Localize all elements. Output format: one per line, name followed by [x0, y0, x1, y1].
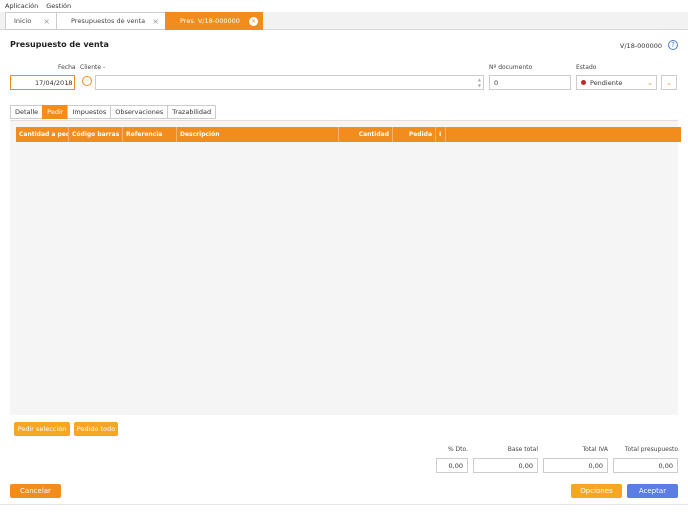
pedir-seleccion-button[interactable]: Pedir selección [14, 422, 70, 436]
client-search-icon[interactable]: ⋯ [82, 76, 92, 86]
cancel-button[interactable]: Cancelar [10, 484, 61, 498]
accept-button[interactable]: Aceptar [627, 484, 678, 498]
col-pedida[interactable]: Pedida [393, 127, 436, 142]
ndoc-label: Nº documento [489, 64, 533, 71]
chevron-down-icon[interactable]: ⌄ [647, 79, 653, 87]
close-icon[interactable]: × [43, 17, 50, 26]
ndoc-value: 0 [494, 78, 499, 87]
menu-aplicacion[interactable]: Aplicación [5, 2, 38, 10]
base-field: 0,00 [473, 458, 538, 473]
close-icon[interactable]: × [249, 17, 258, 26]
dto-value: 0,00 [448, 461, 463, 470]
col-i[interactable]: I [436, 127, 446, 142]
tab-detalle[interactable]: Detalle [10, 105, 44, 119]
base-value: 0,00 [518, 461, 533, 470]
expand-button[interactable]: ⌄ [661, 75, 677, 90]
close-icon[interactable]: × [152, 17, 159, 26]
document-number: V/18-000000 [619, 42, 662, 50]
grid-header: Cantidad a pedir Código barras Referenci… [16, 127, 681, 142]
col-cantidad[interactable]: Cantidad [339, 127, 393, 142]
tab-impuestos[interactable]: Impuestos [67, 105, 112, 119]
iva-value: 0,00 [588, 461, 603, 470]
menu-bar: Aplicación Gestión [0, 0, 688, 11]
col-filler [446, 127, 681, 142]
fecha-field[interactable]: 17/04/2018 ⌄ [10, 75, 75, 90]
tab-bar: Inicio × Presupuestos de venta × Pres. V… [0, 12, 688, 30]
dto-field[interactable]: 0,00 [436, 458, 468, 473]
ndoc-input[interactable]: 0 [489, 75, 571, 90]
tab-presupuestos[interactable]: Presupuestos de venta × [56, 12, 166, 30]
lines-grid: Cantidad a pedir Código barras Referenci… [10, 120, 681, 415]
menu-gestion[interactable]: Gestión [46, 2, 71, 10]
cliente-input[interactable]: ▲ ▼ [95, 75, 484, 90]
iva-field: 0,00 [543, 458, 608, 473]
estado-label: Estado [576, 64, 597, 71]
dto-label: % Dto. [447, 446, 468, 453]
col-referencia[interactable]: Referencia [123, 127, 177, 142]
fecha-label: Fecha [58, 64, 76, 71]
tab-presupuesto-actual[interactable]: Pres. V/18-000000 × [165, 12, 263, 30]
col-codigo-barras[interactable]: Código barras [69, 127, 123, 142]
status-dot-icon [581, 80, 586, 85]
iva-label: Total IVA [582, 446, 608, 453]
estado-select[interactable]: Pendiente ⌄ [576, 75, 657, 90]
cliente-label: Cliente - [80, 64, 106, 71]
help-icon[interactable]: ? [668, 40, 678, 50]
detail-tabs: Detalle Pedir Impuestos Observaciones Tr… [10, 105, 217, 119]
options-button[interactable]: Opciones [571, 484, 622, 498]
page-title: Presupuesto de venta [10, 40, 109, 49]
tab-pedir[interactable]: Pedir [42, 105, 69, 119]
tab-observaciones[interactable]: Observaciones [110, 105, 169, 119]
col-descripcion[interactable]: Descripción [177, 127, 339, 142]
spin-down-icon[interactable]: ▼ [478, 84, 481, 88]
col-cantidad-pedir[interactable]: Cantidad a pedir [16, 127, 69, 142]
tab-trazabilidad[interactable]: Trazabilidad [167, 105, 217, 119]
total-field: 0,00 [613, 458, 678, 473]
spin-up-icon[interactable]: ▲ [478, 78, 481, 82]
tab-presupuestos-label: Presupuestos de venta [71, 17, 146, 25]
tab-inicio-label: Inicio [14, 17, 32, 25]
chevron-down-icon[interactable]: ⌄ [65, 79, 71, 87]
tab-presupuesto-actual-label: Pres. V/18-000000 [180, 17, 240, 25]
estado-value: Pendiente [590, 78, 623, 87]
total-value: 0,00 [658, 461, 673, 470]
pedido-todo-button[interactable]: Pedido todo [74, 422, 118, 436]
chevron-down-icon: ⌄ [666, 78, 672, 87]
total-label: Total presupuesto [624, 446, 678, 453]
tab-inicio[interactable]: Inicio × [5, 12, 57, 30]
footer-divider [0, 504, 688, 505]
base-label: Base total [507, 446, 538, 453]
